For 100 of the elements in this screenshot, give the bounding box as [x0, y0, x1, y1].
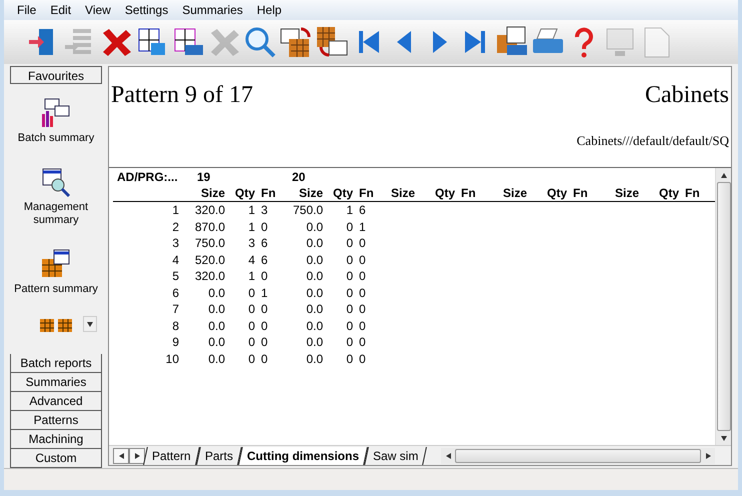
table-cell-text: 1	[345, 202, 353, 218]
group-header: 20	[291, 170, 306, 185]
table-cell-text: 6	[260, 252, 269, 268]
sheet-tab[interactable]: Saw sim	[364, 446, 427, 464]
table-cell-text: 0	[345, 268, 353, 284]
table-cell-text: 0	[260, 268, 269, 284]
table-cell-text: 520.0	[194, 252, 225, 268]
table-cell-text: 0	[345, 284, 353, 301]
column-header: Fn	[572, 185, 589, 201]
table-cell-text: 0.0	[207, 301, 225, 318]
table-cell-text: 0.0	[305, 284, 323, 301]
sidebar-item[interactable]: Batch summary	[11, 132, 101, 145]
table-cell-text: 0	[358, 301, 367, 318]
column-header: Qty	[658, 185, 679, 201]
table-cell-text: 750.0	[194, 235, 225, 252]
column-header: Qty	[546, 185, 567, 201]
table-cell-text: 0	[345, 334, 353, 350]
table-cell-text: 4	[247, 252, 255, 268]
row-number: 10	[164, 350, 180, 367]
sheet-tab[interactable]: Pattern	[143, 446, 200, 464]
row-number: 4	[171, 252, 180, 268]
table-cell-text: 3	[260, 202, 269, 218]
column-header: Qty	[234, 185, 255, 201]
column-header: Size	[298, 185, 323, 201]
row-number: 8	[171, 318, 180, 334]
table-cell-text: 0	[247, 318, 255, 334]
table-cell-text: 320.0	[194, 268, 225, 284]
column-header: Size	[502, 185, 527, 201]
table-cell-text: 0	[260, 334, 269, 350]
menu-item[interactable]: File	[12, 1, 42, 19]
table-cell-text: 0.0	[207, 284, 225, 301]
column-header: Size	[614, 185, 639, 201]
table-cell-text: 0.0	[305, 252, 323, 268]
table-cell-text: 0.0	[305, 350, 323, 367]
sidebar-item[interactable]: Pattern summary	[11, 283, 101, 296]
sheet-tab[interactable]: Parts	[196, 446, 242, 464]
table-cell-text: 0	[260, 301, 269, 318]
table-cell-text: 0	[358, 350, 367, 367]
row-number: 6	[171, 284, 180, 301]
menu-item[interactable]: View	[80, 1, 116, 19]
row-number: 2	[171, 218, 180, 235]
table-cell-text: 1	[260, 284, 269, 301]
table-cell-text: 0	[358, 235, 367, 252]
sidebar-header[interactable]: Favourites	[10, 66, 102, 84]
row-number: 3	[171, 235, 180, 252]
table-cell-text: 0.0	[305, 268, 323, 284]
row-number: 9	[171, 334, 180, 350]
row-number: 1	[171, 202, 180, 218]
table-cell-text: 0	[358, 284, 367, 301]
menu-item[interactable]: Edit	[45, 1, 76, 19]
table-cell-text: 0	[345, 218, 353, 235]
sidebar-group-button[interactable]: Advanced	[10, 392, 102, 411]
column-header: Fn	[460, 185, 477, 201]
table-cell-text: 0.0	[305, 301, 323, 318]
table-cell-text: 1	[358, 218, 367, 235]
menu-item[interactable]: Summaries	[177, 1, 248, 19]
sidebar-group-button[interactable]: Summaries	[10, 373, 102, 392]
group-header: AD/PRG:...	[116, 170, 179, 185]
menu-item[interactable]: Settings	[120, 1, 174, 19]
table-cell-text: 0	[358, 268, 367, 284]
table-cell-text: 1	[247, 202, 255, 218]
row-number: 5	[171, 268, 180, 284]
table-cell-text: 0	[260, 350, 269, 367]
sheet-tab[interactable]: Cutting dimensions	[238, 446, 368, 464]
table-cell-text: 0	[247, 334, 255, 350]
table-cell-text: 0	[260, 218, 269, 235]
sidebar-group-button[interactable]: Batch reports	[10, 354, 102, 373]
table-cell-text: 0	[358, 334, 367, 350]
sidebar-group-button[interactable]: Patterns	[10, 411, 102, 430]
sidebar-group-button[interactable]: Machining	[10, 430, 102, 449]
report-title: Pattern 9 of 17	[111, 81, 253, 109]
column-header: Qty	[434, 185, 455, 201]
table-cell-text: 0.0	[305, 218, 323, 235]
table-cell-text: 0	[345, 235, 353, 252]
table-cell-text: 0	[358, 252, 367, 268]
sidebar-group-button[interactable]: Custom	[10, 449, 102, 468]
sidebar-item[interactable]: Management summary	[11, 201, 101, 227]
table-cell-text: 0	[247, 284, 255, 301]
table-cell-text: 0	[345, 252, 353, 268]
table-cell-text: 1	[247, 268, 255, 284]
company-name: Cabinets	[645, 81, 729, 109]
table-cell-text: 6	[260, 235, 269, 252]
table-cell-text: 0	[247, 350, 255, 367]
table-cell-text: 0.0	[305, 334, 323, 350]
column-header: Fn	[684, 185, 701, 201]
table-cell-text: 0.0	[305, 318, 323, 334]
column-header: Qty	[332, 185, 353, 201]
table-cell-text: 0	[345, 318, 353, 334]
table-cell-text: 750.0	[292, 202, 323, 218]
row-number: 7	[171, 301, 180, 318]
table-cell-text: 3	[247, 235, 255, 252]
table-cell-text: 0	[345, 350, 353, 367]
column-header: Size	[390, 185, 415, 201]
table-cell-text: 320.0	[194, 202, 225, 218]
table-cell-text: 0.0	[207, 334, 225, 350]
column-header: Fn	[260, 185, 277, 201]
table-cell-text: 0.0	[207, 350, 225, 367]
menu-item[interactable]: Help	[252, 1, 287, 19]
table-cell-text: 0	[260, 318, 269, 334]
table-cell-text: 1	[247, 218, 255, 235]
